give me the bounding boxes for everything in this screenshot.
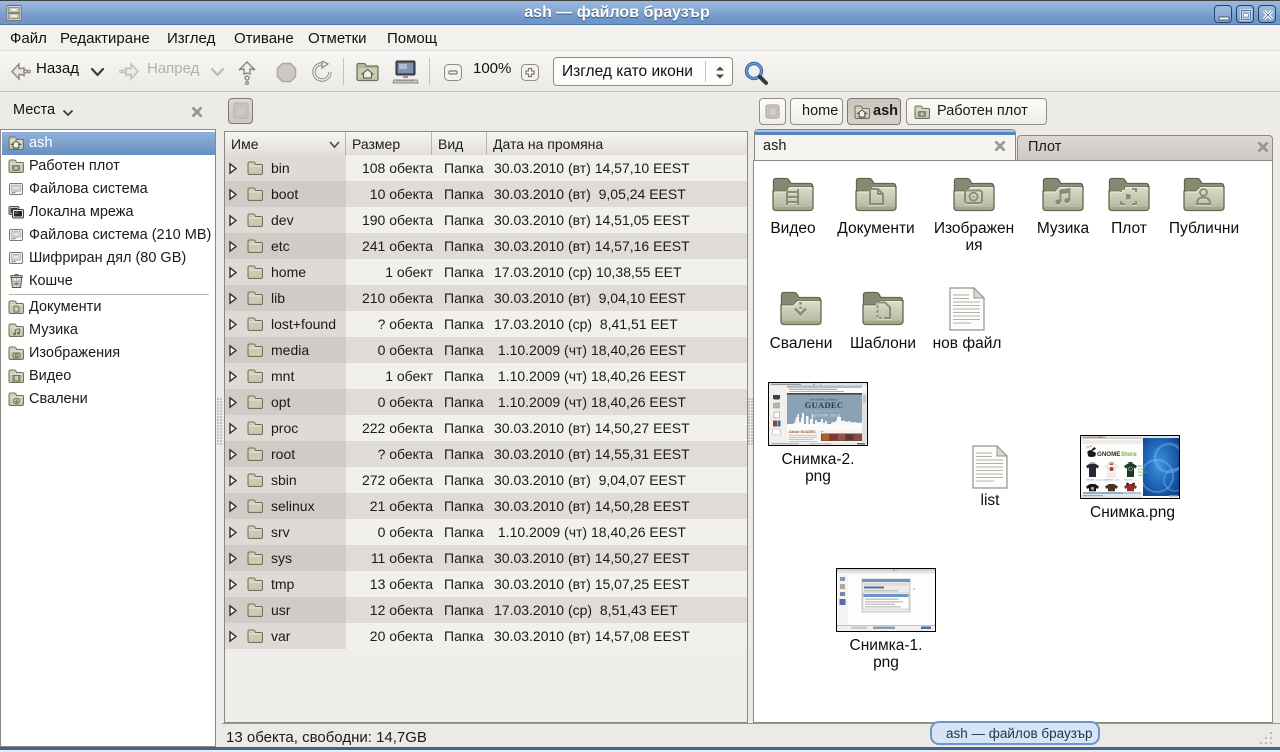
svg-text:GNOME: GNOME xyxy=(1097,451,1120,458)
svg-text:Store: Store xyxy=(1121,451,1137,458)
svg-text:in The Hague, The Netherlands: in The Hague, The Netherlands xyxy=(806,409,843,413)
svg-text:GUADEC: GUADEC xyxy=(805,400,844,410)
svg-text:July 24-30th, 2010: July 24-30th, 2010 xyxy=(811,414,837,418)
svg-text:Foot shirt: Foot shirt xyxy=(1124,479,1134,482)
svg-text:About GUADEC: About GUADEC xyxy=(789,430,816,434)
svg-text:GUADEC shirt: GUADEC shirt xyxy=(1105,479,1119,482)
svg-text:Caps: Caps xyxy=(1138,474,1144,477)
